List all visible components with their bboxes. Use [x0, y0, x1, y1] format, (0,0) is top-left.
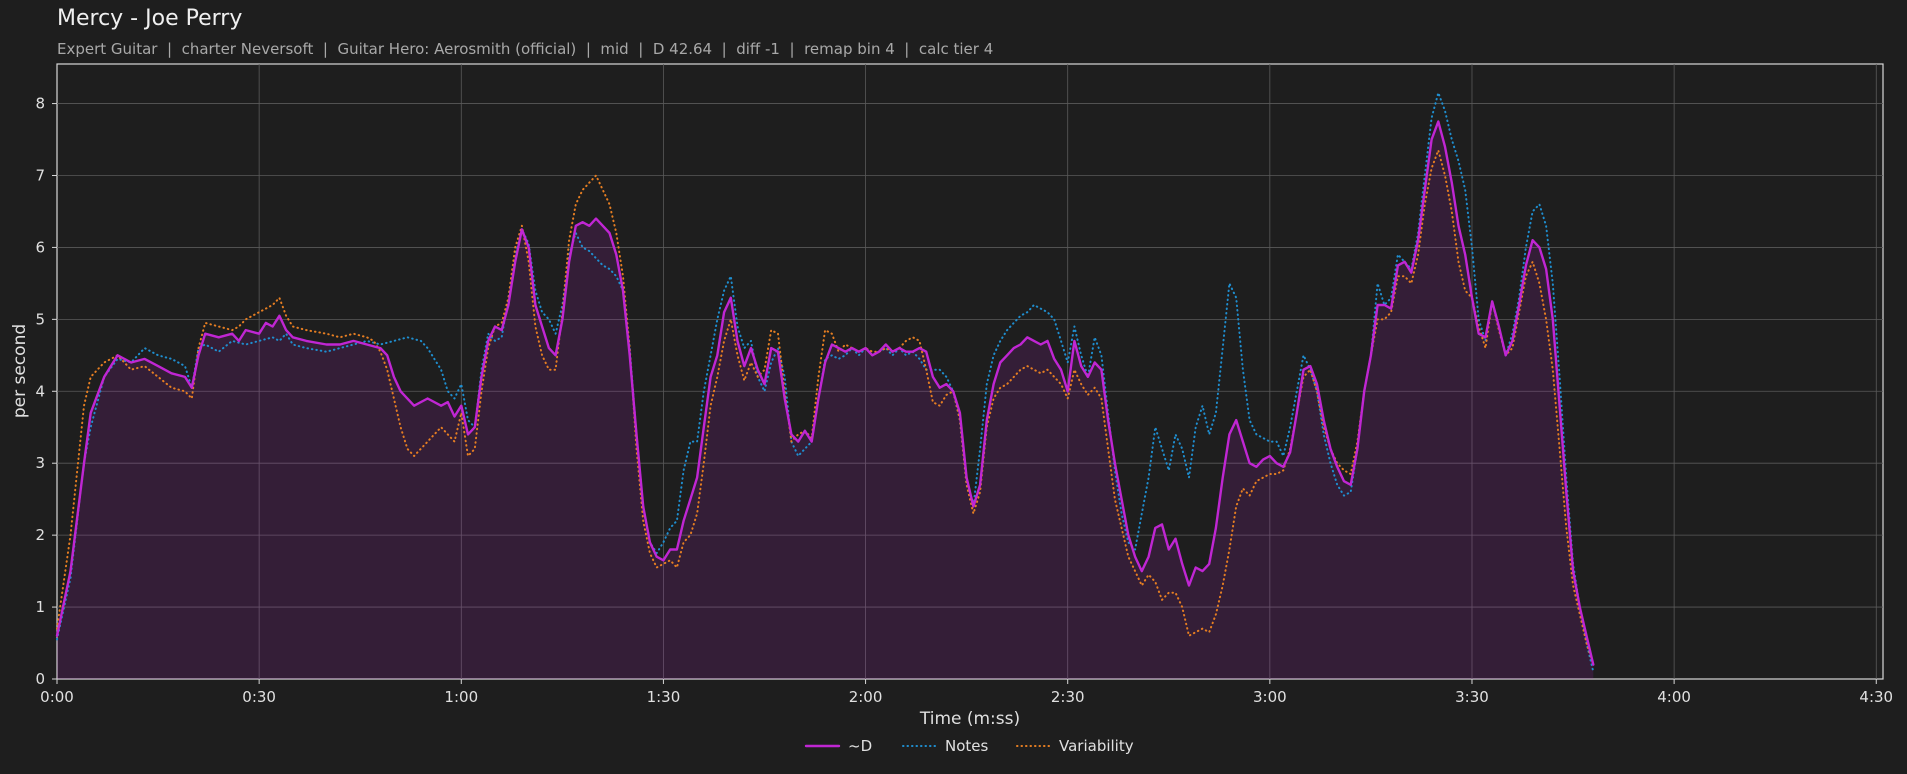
y-tick-label: 2	[35, 526, 45, 544]
y-tick-label: 4	[35, 382, 45, 400]
y-tick-label: 6	[35, 238, 45, 256]
legend: ~D Notes Variability	[804, 737, 1134, 755]
y-tick-label: 7	[35, 166, 45, 184]
legend-label-variability: Variability	[1059, 737, 1134, 755]
x-tick-label: 0:00	[40, 688, 74, 706]
x-tick-label: 3:30	[1455, 688, 1489, 706]
x-tick-label: 1:00	[444, 688, 478, 706]
x-tick-label: 0:30	[242, 688, 276, 706]
line-chart: 0 1 2 3 4 5 6 7 8 0:00 0:30 1:00 1:30 2:00 2:30 3:00 3:3…	[10, 63, 1893, 755]
y-tick-label: 3	[35, 454, 45, 472]
y-axis-label: per second	[10, 324, 30, 418]
y-tick-label: 0	[35, 670, 45, 688]
x-tick-label: 2:30	[1051, 688, 1085, 706]
x-tick-label: 2:00	[849, 688, 883, 706]
x-tick-label: 4:30	[1859, 688, 1893, 706]
x-tick-label: 3:00	[1253, 688, 1287, 706]
x-axis-label: Time (m:ss)	[919, 709, 1020, 729]
legend-label-notes: Notes	[945, 737, 989, 755]
y-tick-label: 8	[35, 95, 45, 113]
legend-label-d: ~D	[848, 737, 872, 755]
y-tick-label: 1	[35, 598, 45, 616]
x-tick-label: 4:00	[1657, 688, 1691, 706]
x-tick-label: 1:30	[647, 688, 681, 706]
y-tick-label: 5	[35, 310, 45, 328]
